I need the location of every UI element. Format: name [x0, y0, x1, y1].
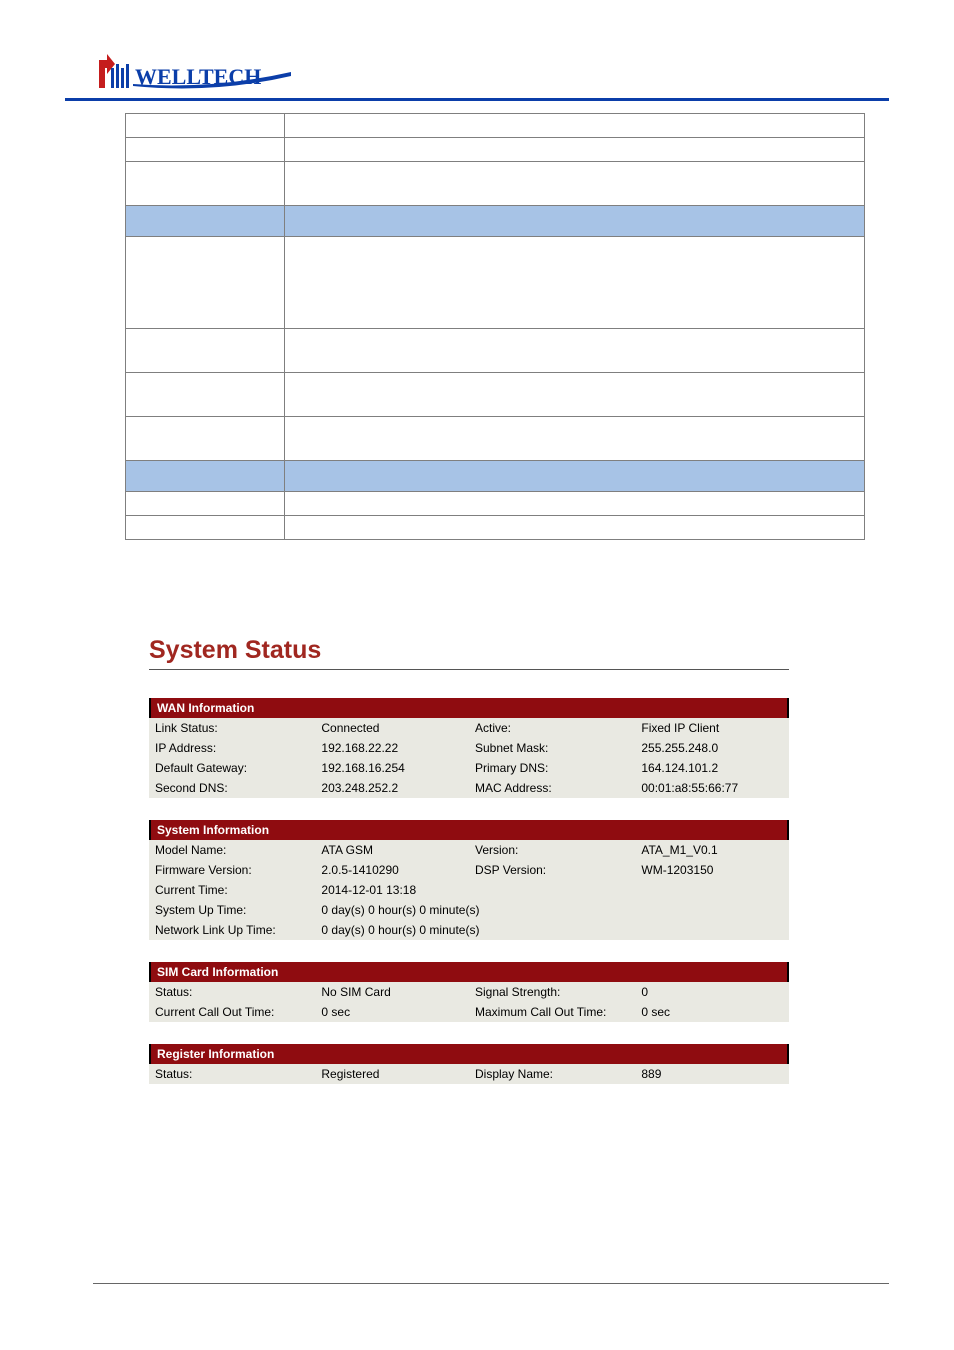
- value: 192.168.16.254: [315, 758, 469, 778]
- value: 2014-12-01 13:18: [315, 880, 789, 900]
- value: 203.248.252.2: [315, 778, 469, 798]
- label: Default Gateway:: [149, 758, 315, 778]
- label: Version:: [469, 840, 635, 860]
- system-information-section: System Information Model Name: ATA GSM V…: [149, 820, 789, 940]
- value: 0: [635, 982, 789, 1002]
- sim-info-table: Status: No SIM Card Signal Strength: 0 C…: [149, 982, 789, 1022]
- wan-info-table: Link Status: Connected Active: Fixed IP …: [149, 718, 789, 798]
- value: Fixed IP Client: [635, 718, 789, 738]
- sim-card-information-section: SIM Card Information Status: No SIM Card…: [149, 962, 789, 1022]
- value: 0 sec: [635, 1002, 789, 1022]
- value: 2.0.5-1410290: [315, 860, 469, 880]
- system-status-block: System Status WAN Information Link Statu…: [149, 636, 789, 1084]
- wan-information-section: WAN Information Link Status: Connected A…: [149, 698, 789, 798]
- section-header: WAN Information: [149, 698, 789, 718]
- title-divider: [149, 669, 789, 670]
- label: Model Name:: [149, 840, 315, 860]
- register-info-table: Status: Registered Display Name: 889: [149, 1064, 789, 1084]
- label: Link Status:: [149, 718, 315, 738]
- label: MAC Address:: [469, 778, 635, 798]
- label: Current Call Out Time:: [149, 1002, 315, 1022]
- label: Status:: [149, 1064, 315, 1084]
- value: ATA GSM: [315, 840, 469, 860]
- value: Connected: [315, 718, 469, 738]
- label: System Up Time:: [149, 900, 315, 920]
- label: Display Name:: [469, 1064, 635, 1084]
- value: 0 sec: [315, 1002, 469, 1022]
- label: Primary DNS:: [469, 758, 635, 778]
- value: No SIM Card: [315, 982, 469, 1002]
- footer-divider: [93, 1283, 889, 1284]
- label: Network Link Up Time:: [149, 920, 315, 940]
- label: Firmware Version:: [149, 860, 315, 880]
- section-header: SIM Card Information: [149, 962, 789, 982]
- value: 255.255.248.0: [635, 738, 789, 758]
- value: 00:01:a8:55:66:77: [635, 778, 789, 798]
- value: ATA_M1_V0.1: [635, 840, 789, 860]
- label: Second DNS:: [149, 778, 315, 798]
- value: 889: [635, 1064, 789, 1084]
- label: Subnet Mask:: [469, 738, 635, 758]
- section-header: System Information: [149, 820, 789, 840]
- label: Active:: [469, 718, 635, 738]
- value: WM-1203150: [635, 860, 789, 880]
- section-header: Register Information: [149, 1044, 789, 1064]
- value: 0 day(s) 0 hour(s) 0 minute(s): [315, 900, 789, 920]
- label: Status:: [149, 982, 315, 1002]
- label: Signal Strength:: [469, 982, 635, 1002]
- label: Maximum Call Out Time:: [469, 1002, 635, 1022]
- value: 192.168.22.22: [315, 738, 469, 758]
- page-title: System Status: [149, 636, 789, 665]
- label: DSP Version:: [469, 860, 635, 880]
- system-info-table: Model Name: ATA GSM Version: ATA_M1_V0.1…: [149, 840, 789, 940]
- value: Registered: [315, 1064, 469, 1084]
- overview-table: [125, 113, 865, 540]
- register-information-section: Register Information Status: Registered …: [149, 1044, 789, 1084]
- brand-logo: WELLTECH: [93, 50, 889, 94]
- value: 164.124.101.2: [635, 758, 789, 778]
- header-divider: [65, 98, 889, 101]
- label: IP Address:: [149, 738, 315, 758]
- label: Current Time:: [149, 880, 315, 900]
- value: 0 day(s) 0 hour(s) 0 minute(s): [315, 920, 789, 940]
